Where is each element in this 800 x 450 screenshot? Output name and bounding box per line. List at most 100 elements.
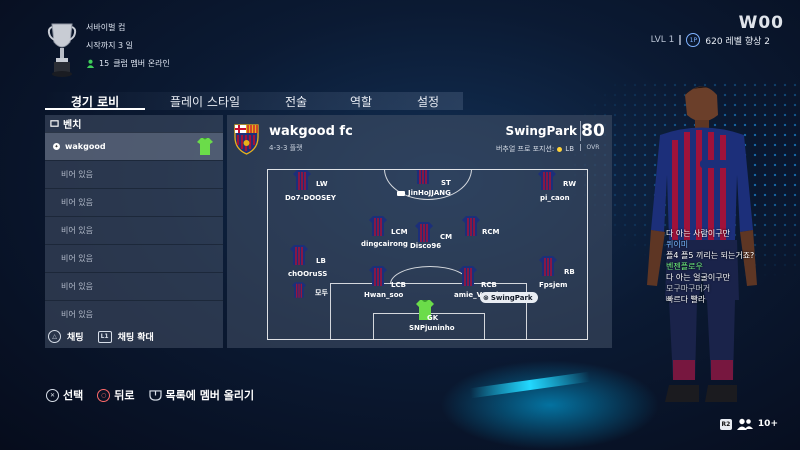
pitch: LW Do7-DOOSEY ST JinHoJJANG RW pi_caon L… [267,169,588,340]
bench-header: 벤치 [45,115,223,132]
barca-kit-icon [462,216,480,236]
barca-kit-icon [415,222,433,242]
barca-kit-icon [369,266,387,286]
cross-button-icon: ✕ [46,388,59,402]
swing-tag-label: SwingPark [490,293,533,302]
ovr-value: 80 [580,121,605,141]
bench-slot[interactable]: 비어 있음 [45,216,223,244]
barca-kit-icon [369,216,387,236]
chat-username: 퀴이미 [666,240,689,249]
barca-kit-icon [538,170,556,190]
position-label: 버추얼 프로 포지션: [495,145,555,153]
player-name: Do7-DOOSEY [285,194,336,202]
l1-button-icon: L1 [97,330,112,343]
bench-slot[interactable]: 비어 있음 [45,300,223,328]
tab-match-lobby[interactable]: 경기 로비 [45,92,145,110]
bench-slot[interactable]: ✦ wakgood [45,132,223,160]
bench-slot[interactable]: 비어 있음 [45,272,223,300]
chat-feed: 다 아는 사람이구만 퀴이미 플4 플5 끼리는 되는거죠? 벤젠플로우 다 아… [666,228,754,305]
tab-tactics[interactable]: 전술 [265,92,327,110]
chat-button[interactable]: 채팅 [67,330,84,343]
post-member-label: 목록에 멤버 올리기 [165,389,255,402]
online-members: 15 클럽 멤버 온라인 [86,58,170,69]
bottom-controls: ✕ 선택 ○ 뒤로 목록에 멤버 올리기 [46,387,254,403]
post-member-control[interactable]: 목록에 멤버 올리기 [148,387,255,403]
bench-slot-label: 비어 있음 [61,310,93,319]
tab-play-style[interactable]: 플레이 스타일 [145,92,265,110]
bench-icon [50,120,59,127]
position-label: LW [316,180,328,188]
swing-tag[interactable]: ⊗ SwingPark [480,292,538,303]
player-name: pi_caon [540,194,570,202]
level-label: LVL 1 [650,35,675,45]
owner-name: SwingPark [505,124,577,138]
team-panel: wakgood fc 4-3-3 플랫 SwingPark 버추얼 프로 포지션… [227,115,612,348]
r2-button-icon: R2 [719,418,732,430]
triangle-button-icon: △ [48,330,61,343]
tab-settings[interactable]: 설정 [395,92,461,110]
select-control[interactable]: ✕ 선택 [46,387,83,403]
chat-username: 벤젠플로우 [666,262,703,271]
player-name: Disco96 [410,242,442,250]
barca-kit-icon [459,266,477,286]
player-name: dingcairong [361,240,408,248]
tab-bar: 경기 로비 플레이 스타일 전술 역할 설정 [45,92,463,110]
player-name: Hwan_soo [364,291,404,299]
close-icon: ⊗ [483,293,489,302]
tab-roles[interactable]: 역할 [327,92,395,110]
back-control[interactable]: ○ 뒤로 [97,387,135,403]
tp-badge-icon: 1P [686,33,701,47]
barca-kit-icon [293,170,311,190]
bench-slot[interactable]: 비어 있음 [45,188,223,216]
formation-label: 4-3-3 플랫 [269,144,303,152]
position-label: CM [440,233,453,241]
position-label: RW [563,180,577,188]
barca-kit-icon [416,170,430,184]
trophy-title: 서바이벌 컵 [86,23,126,32]
player-tag: W00 [738,13,784,33]
controller-icon [397,191,405,196]
position-value: LB [565,145,574,153]
select-label: 선택 [63,389,84,402]
bench-title: 벤치 [63,120,82,131]
member-count[interactable]: 10+ [758,419,778,429]
bench-slot-label: 비어 있음 [61,226,93,235]
bench-slot[interactable]: 비어 있음 [45,244,223,272]
player-name: 모두 [315,289,328,297]
person-icon [86,59,95,68]
position-label: GK [427,314,439,322]
player-name: JinHoJJANG [408,189,451,197]
position-label: RB [564,268,575,276]
chat-message: 다 아는 얼굴이구만 [666,273,730,282]
position-label: LCM [391,228,408,236]
club-info: 서바이벌 컵 시작까지 3 일 15 클럽 멤버 온라인 [86,22,170,76]
online-label: 클럽 멤버 온라인 [113,59,170,68]
barca-kit-icon [290,245,308,265]
player-name: Fpsjem [539,281,568,289]
level-progress: 620 레벨 향상 2 [705,36,770,47]
back-label: 뒤로 [114,389,135,402]
lobby-members: R2 10+ [719,418,778,430]
chat-username: 모구마구머거 [666,284,711,293]
club-crest-icon [234,124,259,155]
virtual-pro-position: 버추얼 프로 포지션: LB [496,144,574,154]
team-name: wakgood fc [269,124,353,139]
gk-kit-icon [197,138,213,155]
trophy-icon [47,23,77,77]
bench-slot[interactable]: 비어 있음 [45,160,223,188]
group-icon [736,418,753,430]
bench-slot-label: 비어 있음 [61,170,93,179]
level-row: LVL 1 1P 620 레벨 향상 2 [651,33,770,47]
start-countdown: 시작까지 3 일 [86,41,133,50]
barca-kit-icon [292,282,306,298]
online-count: 15 [99,59,110,68]
chat-expand-button[interactable]: 채팅 확대 [118,330,154,343]
position-dot-icon [557,146,563,152]
touchpad-icon [148,389,162,401]
level-divider [679,35,682,45]
position-label: RCM [482,228,500,236]
position-label: RCB [481,281,497,289]
circle-button-icon: ○ [97,388,111,402]
barca-kit-icon [539,256,557,276]
chat-message: 다 아는 사람이구만 [666,229,730,238]
